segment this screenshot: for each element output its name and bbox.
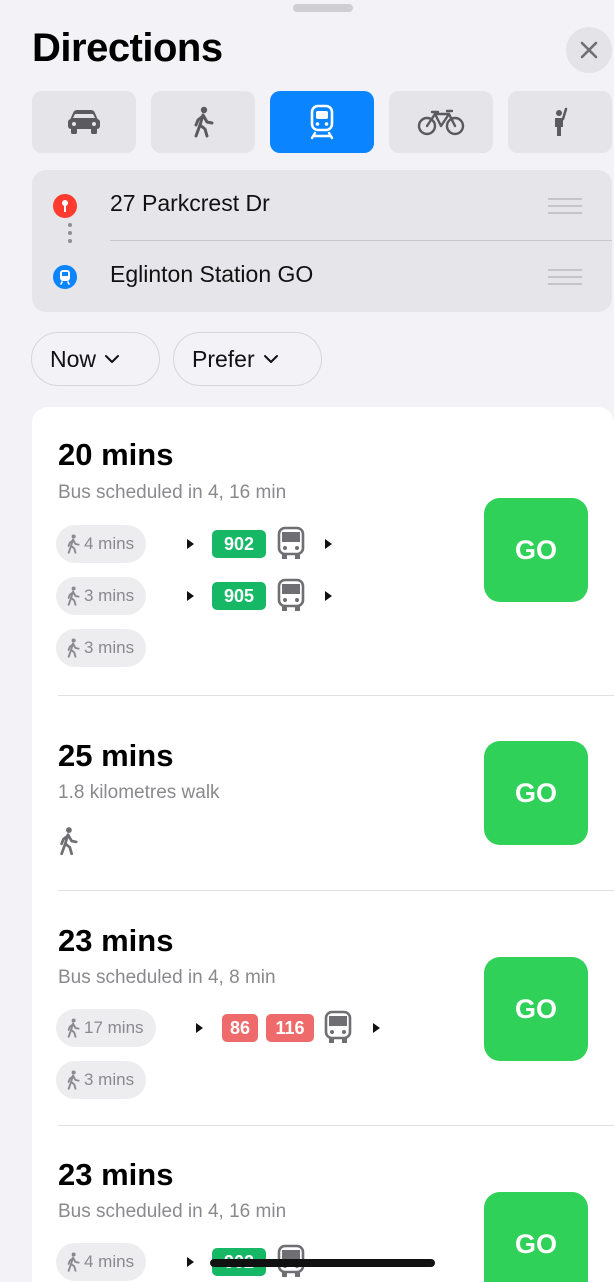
transport-mode-selector xyxy=(32,91,614,153)
chevron-down-icon xyxy=(105,355,120,363)
walk-chip: 3 mins xyxy=(56,577,147,615)
route-subtitle: Bus scheduled in 4, 16 min xyxy=(58,1201,287,1222)
chevron-down-icon xyxy=(263,355,278,363)
route-subtitle: 1.8 kilometres walk xyxy=(58,782,220,803)
bus-icon xyxy=(277,578,305,611)
bus-icon xyxy=(277,526,305,559)
walk-icon xyxy=(67,638,80,658)
bus-line-badge: 905 xyxy=(212,582,266,610)
walk-icon xyxy=(67,534,80,554)
walk-duration: 4 mins xyxy=(84,1252,135,1271)
route-option[interactable]: 20 mins Bus scheduled in 4, 16 min GO 4 … xyxy=(32,407,614,695)
route-stops: 27 Parkcrest Dr Eglinton Station GO xyxy=(32,170,612,312)
step-arrow-icon xyxy=(196,1023,203,1033)
bus-line-badge: 116 xyxy=(266,1014,314,1042)
walk-chip: 3 mins xyxy=(56,1061,147,1099)
train-icon xyxy=(310,104,334,140)
step-arrow-icon xyxy=(325,591,332,601)
walk-chip: 3 mins xyxy=(56,629,147,667)
reorder-handle-icon[interactable] xyxy=(548,269,582,290)
route-results-list: 20 mins Bus scheduled in 4, 16 min GO 4 … xyxy=(32,407,614,1282)
walk-icon xyxy=(60,827,78,856)
go-button[interactable]: GO xyxy=(484,957,588,1061)
time-filter-button[interactable]: Now xyxy=(31,332,160,386)
step-arrow-icon xyxy=(187,591,194,601)
go-button[interactable]: GO xyxy=(484,741,588,845)
walk-duration: 3 mins xyxy=(84,638,135,657)
walk-duration: 3 mins xyxy=(84,586,135,605)
bicycle-icon xyxy=(417,109,465,136)
destination-label: Eglinton Station GO xyxy=(110,261,314,287)
step-arrow-icon xyxy=(187,539,194,549)
walk-duration: 17 mins xyxy=(84,1018,144,1037)
bus-line-badge: 902 xyxy=(212,530,266,558)
step-arrow-icon xyxy=(187,1257,194,1267)
mode-ride-button[interactable] xyxy=(508,91,612,153)
walk-icon xyxy=(194,106,214,138)
route-duration: 23 mins xyxy=(58,1157,174,1192)
step-arrow-icon xyxy=(373,1023,380,1033)
origin-row[interactable]: 27 Parkcrest Dr xyxy=(32,170,612,240)
mode-drive-button[interactable] xyxy=(32,91,136,153)
destination-row[interactable]: Eglinton Station GO xyxy=(32,241,612,311)
walk-chip: 17 mins xyxy=(56,1009,156,1047)
sheet-grabber[interactable] xyxy=(293,4,353,12)
walk-duration: 3 mins xyxy=(84,1070,135,1089)
walk-chip: 4 mins xyxy=(56,525,147,563)
reorder-handle-icon[interactable] xyxy=(548,198,582,219)
origin-pin-icon xyxy=(53,194,77,218)
route-duration: 20 mins xyxy=(58,437,174,472)
go-button[interactable]: GO xyxy=(484,498,588,602)
walk-icon xyxy=(67,586,80,606)
mode-transit-button[interactable] xyxy=(270,91,374,153)
route-option[interactable]: 23 mins Bus scheduled in 4, 8 min GO 17 … xyxy=(32,891,614,1125)
step-arrow-icon xyxy=(325,539,332,549)
route-subtitle: Bus scheduled in 4, 16 min xyxy=(58,482,287,503)
route-duration: 25 mins xyxy=(58,738,174,773)
close-button[interactable] xyxy=(566,27,612,73)
prefer-filter-label: Prefer xyxy=(192,345,255,372)
prefer-filter-button[interactable]: Prefer xyxy=(173,332,322,386)
mode-cycle-button[interactable] xyxy=(389,91,493,153)
walk-icon xyxy=(67,1070,80,1090)
route-subtitle: Bus scheduled in 4, 8 min xyxy=(58,967,276,988)
walk-duration: 4 mins xyxy=(84,534,135,553)
mode-walk-button[interactable] xyxy=(151,91,255,153)
car-icon xyxy=(68,110,100,134)
person-hail-icon xyxy=(555,107,568,136)
home-indicator[interactable] xyxy=(210,1259,435,1267)
route-duration: 23 mins xyxy=(58,923,174,958)
time-filter-label: Now xyxy=(50,345,97,372)
bus-icon xyxy=(324,1010,352,1043)
route-option[interactable]: 25 mins 1.8 kilometres walk GO xyxy=(32,696,614,890)
origin-label: 27 Parkcrest Dr xyxy=(110,190,270,216)
walk-chip: 4 mins xyxy=(56,1243,147,1281)
walk-icon xyxy=(67,1018,80,1038)
bus-line-badge: 86 xyxy=(222,1014,258,1042)
walk-icon xyxy=(67,1252,80,1272)
page-title: Directions xyxy=(32,26,223,70)
go-button[interactable]: GO xyxy=(484,1192,588,1282)
close-icon xyxy=(580,41,598,59)
destination-transit-icon xyxy=(53,265,77,289)
